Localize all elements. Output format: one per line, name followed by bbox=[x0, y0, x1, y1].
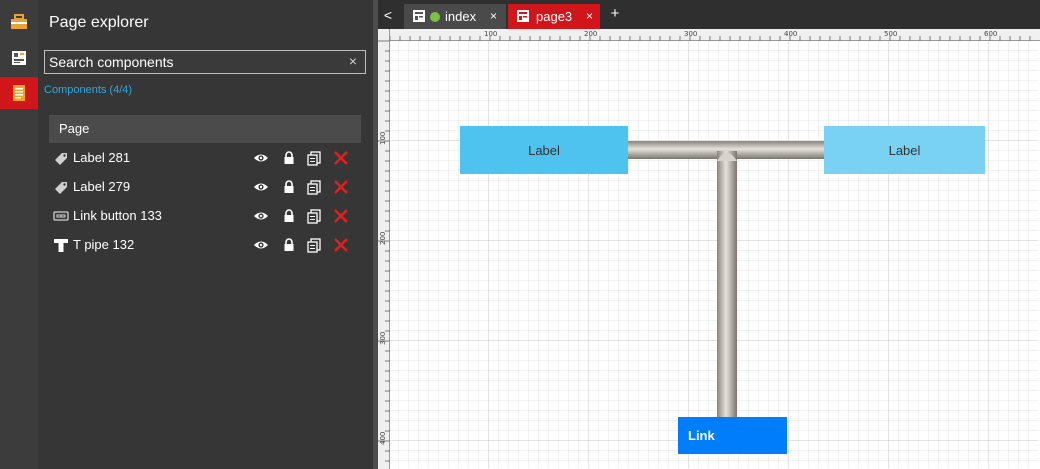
rail-toolbox-button[interactable] bbox=[0, 6, 38, 38]
eye-icon[interactable] bbox=[253, 150, 269, 166]
label-279-text: Label bbox=[888, 142, 921, 158]
horizontal-ruler: 100 200 300 400 500 600 bbox=[378, 29, 1040, 41]
toolbox-icon bbox=[11, 14, 27, 29]
page-icon bbox=[517, 10, 529, 22]
ruler-label: 300 bbox=[379, 332, 387, 345]
page-explorer-panel: Page explorer × Components (4/4) Page La… bbox=[38, 0, 373, 469]
tag-icon bbox=[55, 182, 67, 194]
ruler-label: 400 bbox=[379, 432, 387, 445]
lock-icon[interactable] bbox=[281, 237, 297, 253]
delete-icon[interactable] bbox=[333, 208, 349, 224]
tab-page3[interactable]: page3 × bbox=[508, 4, 600, 29]
link-button-icon bbox=[53, 211, 69, 221]
component-name: T pipe 132 bbox=[73, 237, 135, 252]
ruler-label: 500 bbox=[884, 30, 897, 38]
left-rail bbox=[0, 0, 38, 469]
component-row[interactable]: T pipe 132 bbox=[49, 232, 361, 258]
link-button-component[interactable]: Link bbox=[678, 417, 787, 454]
label-281-component[interactable]: Label bbox=[460, 126, 628, 174]
rail-components-button[interactable] bbox=[0, 42, 38, 74]
collapse-panel-button[interactable]: < bbox=[378, 0, 398, 29]
lock-icon[interactable] bbox=[281, 208, 297, 224]
page-group-header[interactable]: Page bbox=[49, 115, 361, 143]
app-window: Page explorer × Components (4/4) Page La… bbox=[0, 0, 1040, 469]
ruler-label: 300 bbox=[684, 30, 697, 38]
rail-page-explorer-button[interactable] bbox=[0, 77, 38, 109]
page-group-label: Page bbox=[59, 121, 90, 136]
component-name: Label 279 bbox=[73, 179, 131, 194]
delete-icon[interactable] bbox=[333, 179, 349, 195]
component-name: Label 281 bbox=[73, 150, 131, 165]
component-name: Link button 133 bbox=[73, 208, 162, 223]
search-box: × bbox=[44, 50, 366, 74]
clear-search-icon[interactable]: × bbox=[349, 53, 357, 69]
copy-icon[interactable] bbox=[306, 150, 322, 166]
ruler-label: 200 bbox=[584, 30, 597, 38]
ruler-label: 400 bbox=[784, 30, 797, 38]
eye-icon[interactable] bbox=[253, 237, 269, 253]
design-canvas[interactable]: Label Label Link 100 200 300 400 500 600… bbox=[378, 29, 1040, 469]
eye-icon[interactable] bbox=[253, 179, 269, 195]
tab-index[interactable]: index × bbox=[404, 4, 506, 29]
lock-icon[interactable] bbox=[281, 179, 297, 195]
copy-icon[interactable] bbox=[306, 179, 322, 195]
copy-icon[interactable] bbox=[306, 208, 322, 224]
label-281-text: Label bbox=[528, 142, 560, 158]
label-279-component[interactable]: Label bbox=[824, 126, 985, 174]
page-icon bbox=[413, 10, 425, 22]
component-row[interactable]: Link button 133 bbox=[49, 203, 361, 229]
copy-icon[interactable] bbox=[306, 237, 322, 253]
add-tab-button[interactable]: + bbox=[606, 5, 624, 25]
component-row[interactable]: Label 281 bbox=[49, 145, 361, 171]
tab-bar: < index × page3 × + bbox=[378, 0, 1040, 29]
ruler-label: 600 bbox=[984, 30, 997, 38]
close-tab-icon[interactable]: × bbox=[586, 9, 593, 23]
eye-icon[interactable] bbox=[253, 208, 269, 224]
link-button-text: Link bbox=[688, 428, 715, 443]
status-dot-icon bbox=[430, 12, 440, 22]
panel-title: Page explorer bbox=[49, 14, 149, 31]
tag-icon bbox=[55, 153, 67, 165]
vertical-ruler: 100 200 300 400 bbox=[378, 29, 390, 469]
ruler-label: 100 bbox=[484, 30, 497, 38]
page-explorer-icon bbox=[13, 85, 25, 101]
t-pipe-icon bbox=[54, 239, 68, 252]
components-count-link[interactable]: Components (4/4) bbox=[44, 84, 132, 96]
search-input[interactable] bbox=[49, 53, 329, 71]
ruler-label: 200 bbox=[379, 232, 387, 245]
delete-icon[interactable] bbox=[333, 150, 349, 166]
lock-icon[interactable] bbox=[281, 150, 297, 166]
tab-label: index bbox=[445, 9, 477, 24]
delete-icon[interactable] bbox=[333, 237, 349, 253]
tab-label: page3 bbox=[536, 9, 573, 24]
component-row[interactable]: Label 279 bbox=[49, 174, 361, 200]
t-pipe-component[interactable] bbox=[628, 139, 824, 419]
ruler-label: 100 bbox=[379, 132, 387, 145]
components-icon bbox=[12, 51, 26, 65]
close-tab-icon[interactable]: × bbox=[490, 9, 497, 23]
